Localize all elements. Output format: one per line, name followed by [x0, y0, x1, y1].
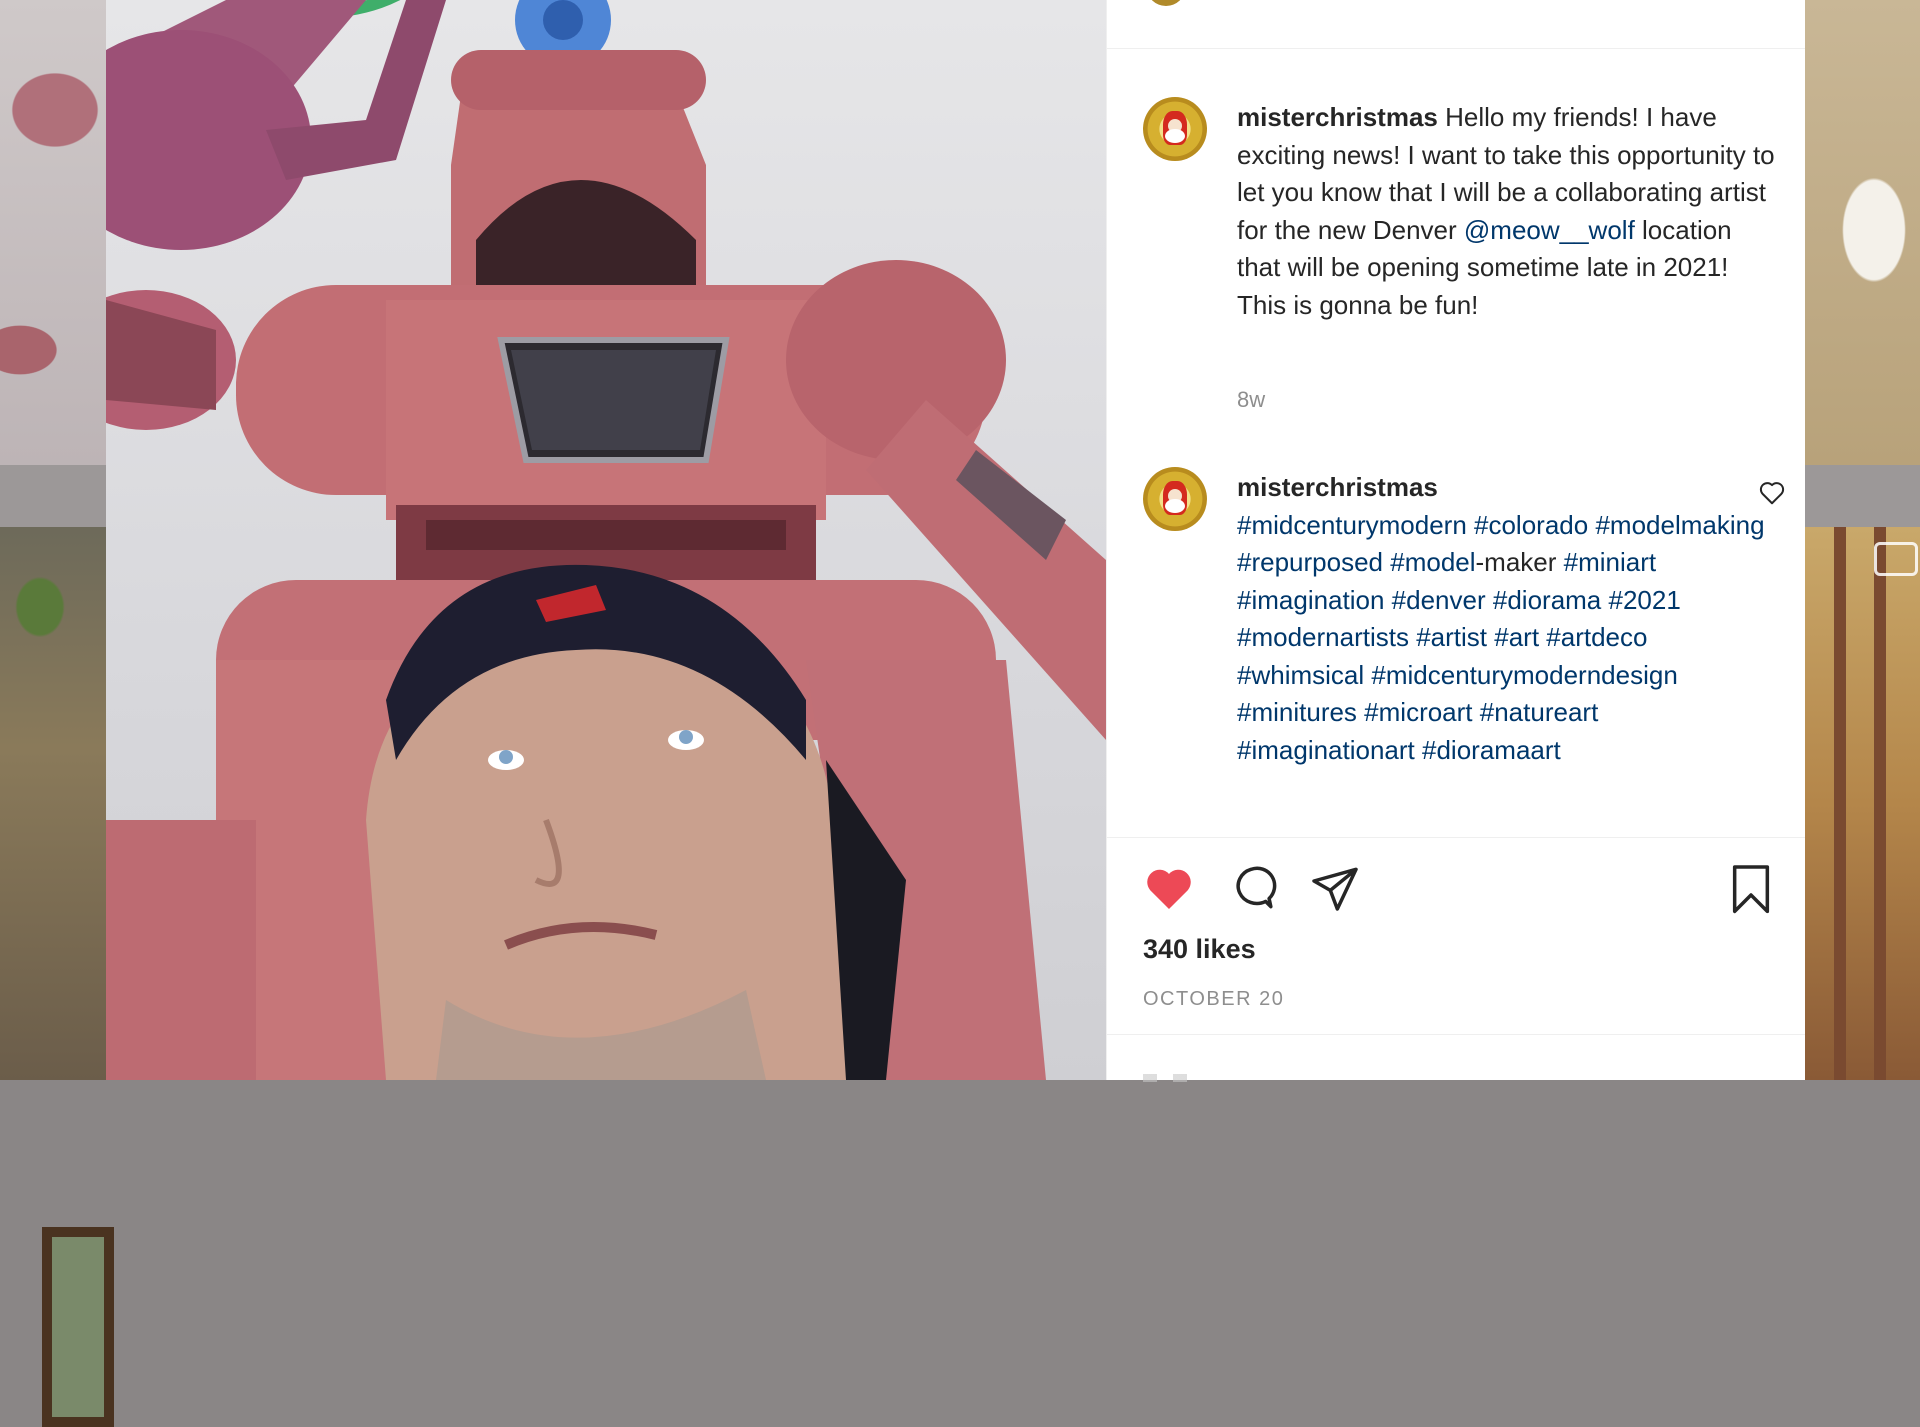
- hashtag-link[interactable]: #modelmaking: [1595, 510, 1764, 540]
- hashtag-link[interactable]: #whimsical: [1237, 660, 1364, 690]
- post-detail-panel: misterchristmas Hello my friends! I have…: [1106, 0, 1805, 1082]
- hashtag-link[interactable]: #model: [1390, 547, 1475, 577]
- post-header: [1107, 0, 1805, 49]
- background-post-bottom-right[interactable]: [1804, 527, 1920, 1080]
- hashtag-link[interactable]: #imaginationart: [1237, 735, 1415, 765]
- hashtag-link[interactable]: #natureart: [1480, 697, 1599, 727]
- background-post-bottom-left[interactable]: [0, 527, 114, 1427]
- comment-text: misterchristmas #midcenturymodern #color…: [1237, 469, 1777, 769]
- hashtag-link[interactable]: #artdeco: [1546, 622, 1647, 652]
- caption-username[interactable]: misterchristmas: [1237, 102, 1438, 132]
- post-photo-illustration: [106, 0, 1106, 1080]
- carousel-icon: [1874, 542, 1918, 576]
- comments-section[interactable]: misterchristmas Hello my friends! I have…: [1107, 49, 1805, 837]
- paper-plane-icon[interactable]: [1307, 860, 1363, 916]
- author-avatar[interactable]: [1147, 0, 1185, 6]
- hashtag-list: #midcenturymodern #colorado #modelmaking…: [1237, 507, 1777, 770]
- hashtag-link[interactable]: #2021: [1609, 585, 1681, 615]
- hashtag-comment: misterchristmas #midcenturymodern #color…: [1143, 467, 1785, 837]
- hashtag-link[interactable]: #miniart: [1564, 547, 1656, 577]
- comment-username[interactable]: misterchristmas: [1237, 469, 1777, 507]
- santa-beard: [1165, 499, 1185, 513]
- post-photo[interactable]: [106, 0, 1106, 1080]
- caption-timestamp[interactable]: 8w: [1237, 387, 1265, 413]
- post-caption: misterchristmas Hello my friends! I have…: [1143, 97, 1783, 412]
- add-comment-row[interactable]: [1143, 1074, 1343, 1082]
- background-post-top-left[interactable]: [0, 0, 106, 465]
- hashtag-link[interactable]: #denver: [1392, 585, 1486, 615]
- background-picture-frame: [42, 1227, 114, 1427]
- heart-filled-icon[interactable]: [1141, 860, 1197, 916]
- bookmark-icon[interactable]: [1723, 860, 1779, 916]
- caption-avatar[interactable]: [1143, 97, 1207, 161]
- post-date[interactable]: OCTOBER 20: [1143, 988, 1284, 1011]
- comment-plain-text: -maker: [1475, 547, 1557, 577]
- hashtag-link[interactable]: #minitures: [1237, 697, 1357, 727]
- hashtag-link[interactable]: #repurposed: [1237, 547, 1383, 577]
- hashtag-link[interactable]: #midcenturymoderndesign: [1371, 660, 1677, 690]
- comment-avatar[interactable]: [1143, 467, 1207, 531]
- background-gap-left: [0, 465, 106, 527]
- hashtag-link[interactable]: #midcenturymodern: [1237, 510, 1467, 540]
- background-post-top-right[interactable]: [1804, 0, 1920, 465]
- hashtag-link[interactable]: #microart: [1364, 697, 1472, 727]
- hashtag-link[interactable]: #dioramaart: [1422, 735, 1561, 765]
- caption-text: misterchristmas Hello my friends! I have…: [1237, 99, 1777, 324]
- heart-outline-icon[interactable]: [1757, 477, 1787, 507]
- hashtag-link[interactable]: #diorama: [1493, 585, 1601, 615]
- divider: [1107, 1034, 1805, 1035]
- background-gap-right: [1804, 465, 1920, 527]
- like-count[interactable]: 340 likes: [1143, 934, 1256, 965]
- hashtag-link[interactable]: #imagination: [1237, 585, 1384, 615]
- robot-head: [451, 50, 706, 295]
- hashtag-link[interactable]: #art: [1494, 622, 1539, 652]
- mention-link[interactable]: @meow__wolf: [1464, 215, 1635, 245]
- hashtag-link[interactable]: #colorado: [1474, 510, 1588, 540]
- santa-beard: [1165, 129, 1185, 143]
- post-actions: 340 likes OCTOBER 20: [1107, 837, 1805, 1082]
- hashtag-link[interactable]: #artist: [1416, 622, 1487, 652]
- comment-bubble-icon[interactable]: [1223, 860, 1279, 916]
- hashtag-link[interactable]: #modernartists: [1237, 622, 1409, 652]
